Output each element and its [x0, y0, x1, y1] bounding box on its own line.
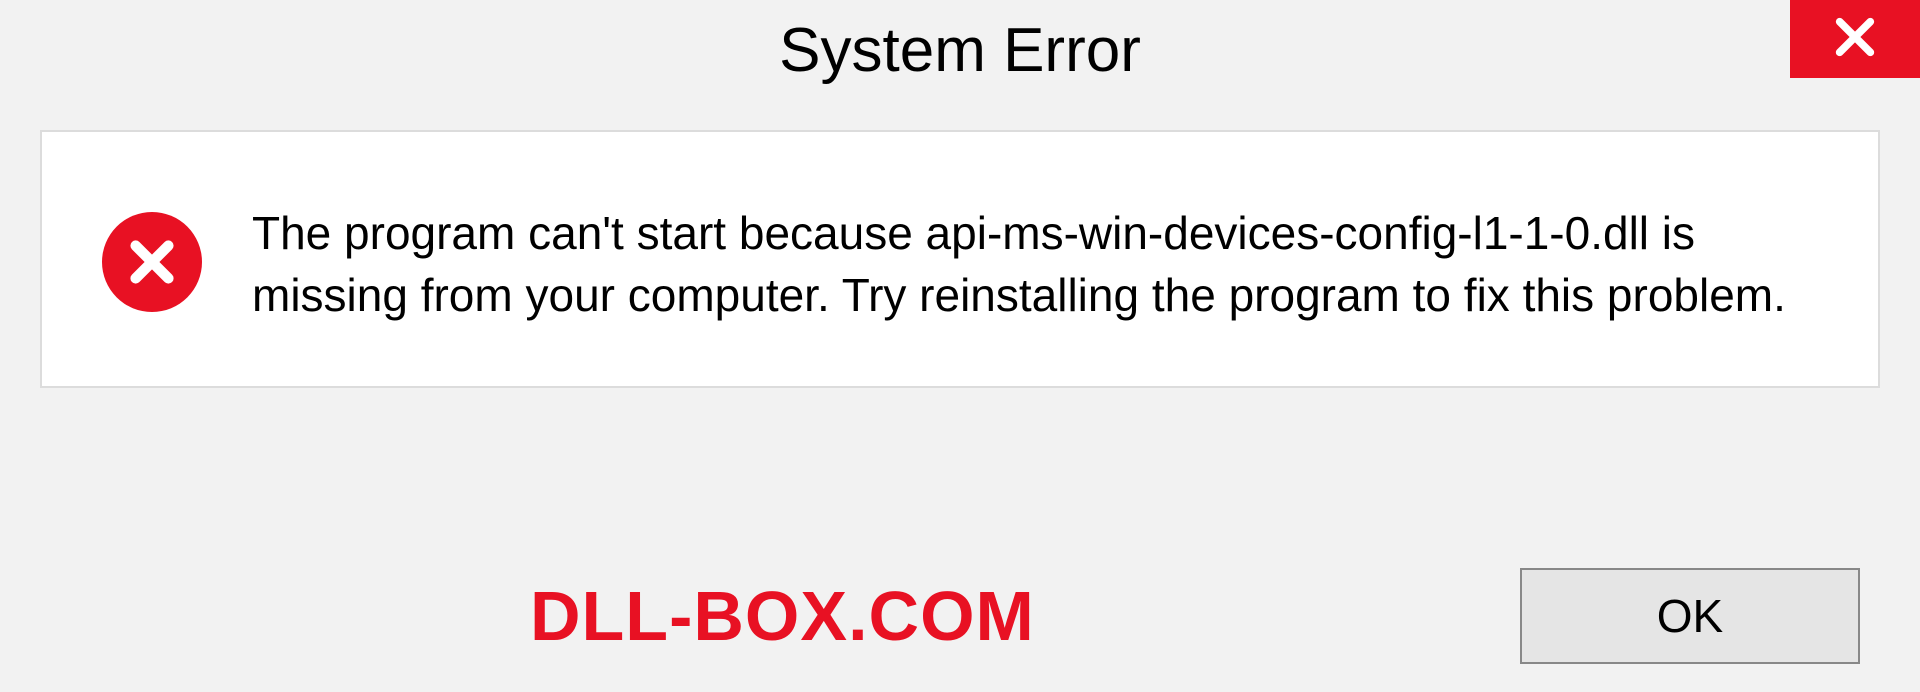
close-icon — [1832, 14, 1878, 65]
error-icon — [102, 212, 202, 312]
content-panel: The program can't start because api-ms-w… — [40, 130, 1880, 388]
title-bar: System Error — [0, 0, 1920, 100]
close-button[interactable] — [1790, 0, 1920, 78]
footer: DLL-BOX.COM OK — [0, 568, 1920, 664]
error-message: The program can't start because api-ms-w… — [252, 202, 1802, 326]
ok-button[interactable]: OK — [1520, 568, 1860, 664]
watermark-text: DLL-BOX.COM — [530, 576, 1035, 656]
dialog-title: System Error — [779, 15, 1141, 86]
